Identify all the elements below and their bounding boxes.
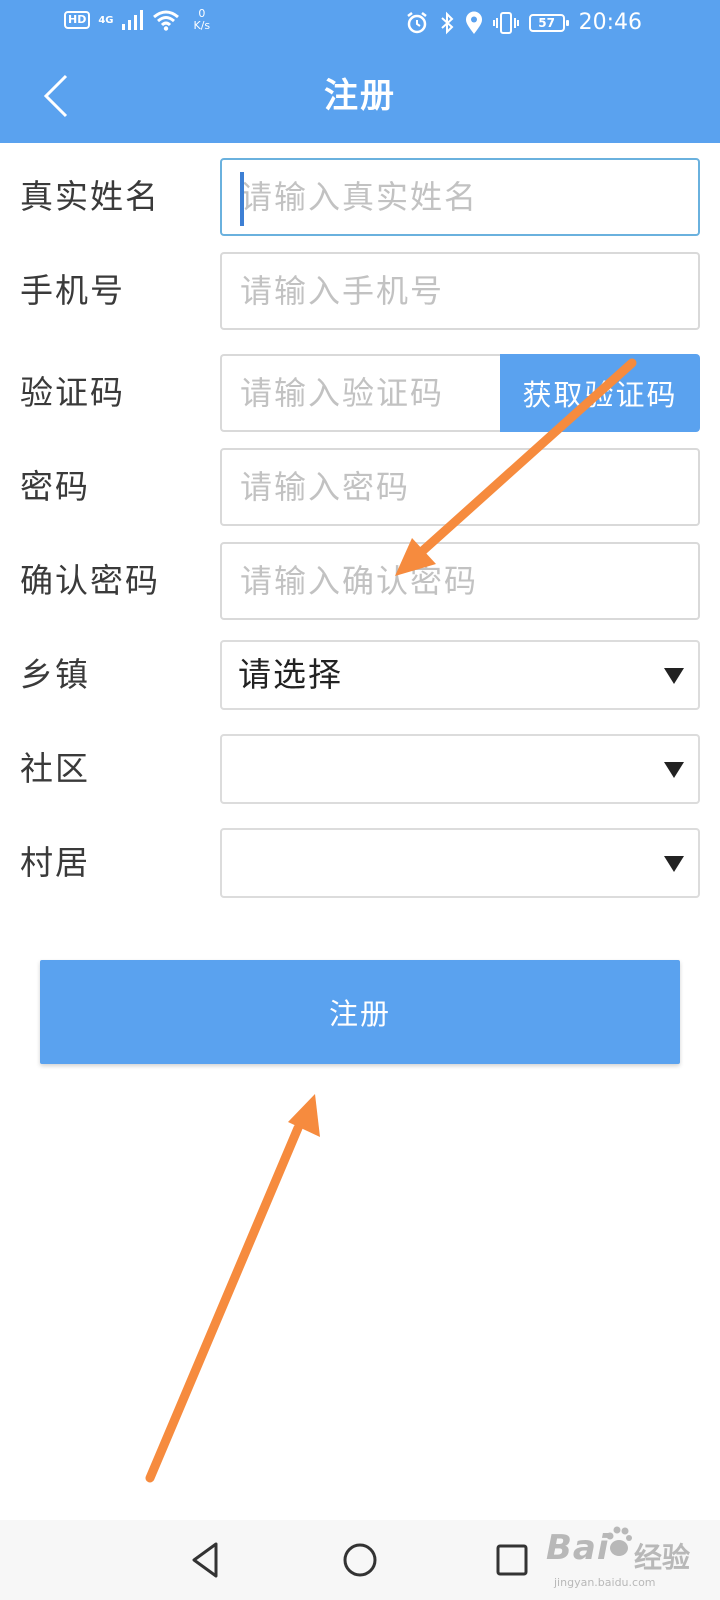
nav-home-button[interactable] <box>336 1536 384 1584</box>
confirm-password-label: 确认密码 <box>20 561 160 600</box>
page-title: 注册 <box>324 76 396 116</box>
back-button[interactable] <box>36 70 84 122</box>
network-type: 4G <box>98 14 114 26</box>
register-button[interactable]: 注册 <box>40 960 680 1064</box>
get-verification-code-button[interactable]: 获取验证码 <box>500 354 700 432</box>
real-name-input[interactable] <box>220 158 700 236</box>
phone-label: 手机号 <box>20 271 125 310</box>
battery-icon: 57 <box>528 13 569 32</box>
village-select[interactable] <box>220 828 700 898</box>
confirm-password-input[interactable] <box>220 542 700 620</box>
village-label: 村居 <box>20 843 90 882</box>
text-cursor <box>240 172 244 226</box>
arrow-to-register-button <box>145 1094 320 1483</box>
system-nav-bar <box>0 1520 720 1600</box>
township-select-value: 请选择 <box>238 655 343 694</box>
status-time: 20:46 <box>578 10 642 35</box>
township-select[interactable]: 请选择 <box>220 640 700 710</box>
dropdown-arrow-icon <box>664 856 684 872</box>
verification-code-label: 验证码 <box>20 373 125 412</box>
hd-badge: HD <box>64 11 91 29</box>
square-recents-icon <box>496 1544 528 1576</box>
network-speed: 0 K/s <box>194 8 211 32</box>
dropdown-arrow-icon <box>664 668 684 684</box>
vibrate-icon <box>492 11 519 34</box>
real-name-label: 真实姓名 <box>20 177 160 216</box>
community-label: 社区 <box>20 749 90 788</box>
password-input[interactable] <box>220 448 700 526</box>
phone-input[interactable] <box>220 252 700 330</box>
status-left: HD 4G 0 K/s <box>64 8 210 32</box>
password-label: 密码 <box>20 467 90 506</box>
chevron-left-icon <box>43 74 68 118</box>
wifi-icon <box>152 10 179 31</box>
status-right: 57 20:46 <box>405 10 642 35</box>
nav-recents-button[interactable] <box>488 1536 536 1584</box>
signal-icon <box>121 10 143 30</box>
circle-home-icon <box>343 1543 377 1577</box>
bluetooth-icon <box>440 11 454 34</box>
dropdown-arrow-icon <box>664 762 684 778</box>
community-select[interactable] <box>220 734 700 804</box>
status-bar: HD 4G 0 K/s 57 20:46 <box>0 0 720 50</box>
triangle-back-icon <box>192 1542 218 1578</box>
speed-unit: K/s <box>193 19 211 32</box>
nav-bar: 注册 <box>0 50 720 143</box>
nav-back-button[interactable] <box>182 1536 230 1584</box>
township-label: 乡镇 <box>20 655 90 694</box>
alarm-icon <box>406 11 427 33</box>
verification-code-input[interactable] <box>220 354 500 432</box>
location-icon <box>465 11 482 34</box>
